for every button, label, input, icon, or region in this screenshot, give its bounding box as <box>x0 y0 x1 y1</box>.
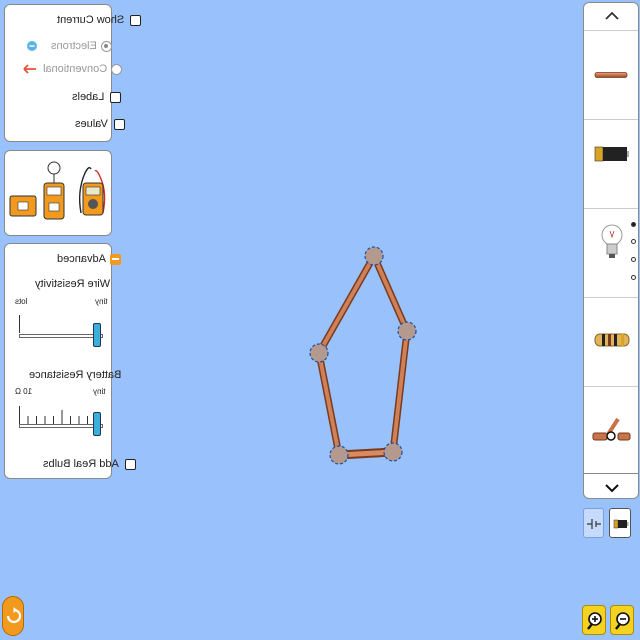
lifelike-view-button[interactable] <box>609 508 631 538</box>
wire-icon <box>594 72 628 78</box>
vertex[interactable] <box>397 321 417 341</box>
page-dot[interactable] <box>631 275 636 280</box>
zoom-in-icon <box>587 612 602 630</box>
lifelike-battery-icon <box>613 519 629 529</box>
component-toolbox <box>583 2 639 499</box>
chevron-down-icon <box>605 484 619 493</box>
circuit-canvas[interactable] <box>0 0 640 640</box>
view-type-toggle <box>583 508 631 538</box>
vertex[interactable] <box>364 246 384 266</box>
wire[interactable] <box>389 327 411 456</box>
light-bulb-icon <box>601 224 623 258</box>
scroll-up-button[interactable] <box>584 3 638 31</box>
chevron-up-icon <box>605 11 619 20</box>
schematic-battery-icon <box>587 519 601 529</box>
schematic-view-button[interactable] <box>583 508 604 538</box>
zoom-out-icon <box>615 612 630 630</box>
reset-icon <box>6 607 22 624</box>
zoom-in-button[interactable] <box>582 605 606 635</box>
zoom-out-button[interactable] <box>610 605 634 635</box>
vertex[interactable] <box>329 445 349 465</box>
resistor-tool[interactable] <box>584 298 638 386</box>
wire[interactable] <box>315 252 378 357</box>
page-dot[interactable] <box>631 222 636 227</box>
battery-tool[interactable] <box>584 120 638 208</box>
switch-tool[interactable] <box>584 387 638 475</box>
battery-icon <box>594 146 629 162</box>
switch-icon <box>592 417 631 441</box>
wire[interactable] <box>315 349 343 459</box>
reset-all-button[interactable] <box>2 596 24 636</box>
page-dot[interactable] <box>631 257 636 262</box>
page-dot[interactable] <box>631 239 636 244</box>
resistor-icon <box>594 333 630 347</box>
vertex[interactable] <box>309 343 329 363</box>
wire[interactable] <box>370 252 411 335</box>
vertex[interactable] <box>383 442 403 462</box>
scroll-down-button[interactable] <box>584 473 638 498</box>
wire-tool[interactable] <box>584 31 638 119</box>
